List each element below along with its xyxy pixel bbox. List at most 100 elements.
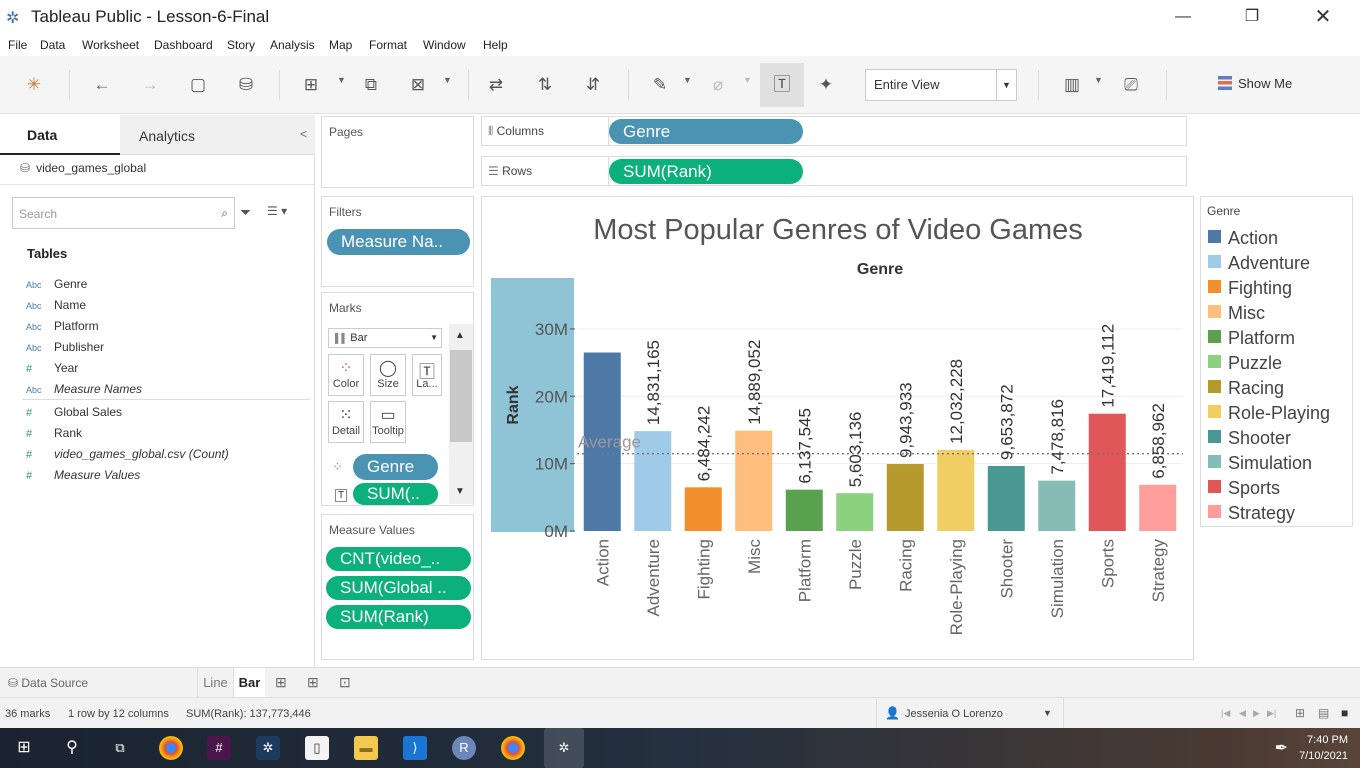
menu-worksheet[interactable]: Worksheet [82,38,139,52]
redo-icon[interactable]: → [137,73,163,97]
field-rank[interactable]: # Rank [26,426,82,440]
field-platform[interactable]: Abc Platform [26,319,99,333]
new-worksheet-icon[interactable]: ⊞ [298,73,324,97]
bar-sports[interactable] [1088,413,1126,531]
presentation-icon[interactable]: ⎚ [1118,73,1144,97]
scrollbar-thumb[interactable] [450,350,472,442]
close-icon[interactable]: ✕ [1300,4,1346,30]
columns-shelf[interactable]: ⦀ Columns Genre [481,116,1187,146]
save-icon[interactable]: ▢ [185,73,211,97]
menu-data[interactable]: Data [40,38,65,52]
new-story-icon[interactable]: ⊡ [339,674,351,691]
legend-item[interactable]: Racing [1208,378,1284,398]
bar-shooter[interactable] [987,465,1025,531]
new-datasource-icon[interactable]: ⛁ [233,73,259,97]
bar-chart[interactable]: Most Popular Genres of Video Games Genre… [482,197,1193,659]
mark-type-select[interactable]: ▌▌ Bar ▼ [328,328,442,348]
show-me-button[interactable]: Show Me [1218,76,1292,91]
label-button[interactable]: 🅃 La... [412,354,442,396]
legend-item[interactable]: Adventure [1208,253,1310,273]
last-page-icon[interactable]: ▶| [1267,708,1276,719]
grid-view-icon[interactable]: ⊞ [1295,706,1305,720]
columns-pill-genre[interactable]: Genre [609,119,803,144]
legend-item[interactable]: Simulation [1208,453,1312,473]
filmstrip-view-icon[interactable]: ▤ [1318,706,1329,720]
tab-analytics[interactable]: Analytics < [120,115,315,155]
measure-pill[interactable]: SUM(Rank) [326,605,471,629]
collapse-pane-icon[interactable]: < [300,127,307,141]
field-measure-values[interactable]: # Measure Values [26,468,140,482]
field-year[interactable]: # Year [26,361,78,375]
field-publisher[interactable]: Abc Publisher [26,340,104,354]
clear-sheet-icon[interactable]: ⊠ [405,73,431,97]
menu-map[interactable]: Map [329,38,352,52]
menu-window[interactable]: Window [423,38,466,52]
rows-pill-sum-rank[interactable]: SUM(Rank) [609,159,803,184]
size-button[interactable]: ◯ Size [370,354,406,396]
rows-shelf[interactable]: ☰ Rows SUM(Rank) [481,156,1187,186]
search-icon[interactable]: ⚲ [60,736,84,760]
field-name[interactable]: Abc Name [26,298,86,312]
marks-scrollbar[interactable]: ▲ ▼ [449,324,473,504]
sort-ascending-icon[interactable]: ⇅ [532,73,558,97]
menu-format[interactable]: Format [369,38,407,52]
detail-button[interactable]: ⁙ Detail [328,401,364,443]
pages-card[interactable]: Pages [321,116,474,188]
legend-item[interactable]: Action [1208,228,1278,248]
chart-dropdown-icon[interactable]: ▼ [1094,75,1103,85]
vscode-icon[interactable]: ⟩ [403,736,427,760]
search-input[interactable]: Search ⌕ [12,197,235,229]
prev-page-icon[interactable]: ◀ [1239,708,1246,719]
legend-item[interactable]: Shooter [1208,428,1291,448]
chrome-profile-icon[interactable] [501,736,525,760]
sheet-tab-bar[interactable]: Bar [233,668,265,698]
fit-select[interactable]: Entire View ▼ [865,69,1017,101]
highlight-dropdown-icon[interactable]: ▼ [683,75,692,85]
file-explorer-icon[interactable]: ▬ [354,736,378,760]
tableau-home-icon[interactable]: ✳ [21,73,47,97]
clear-dropdown-icon[interactable]: ▼ [443,75,452,85]
tab-data[interactable]: Data [0,115,120,155]
data-source-tab[interactable]: ⛁ Data Source [8,676,88,690]
datasource-item[interactable]: ⛁ video_games_global [20,161,146,175]
legend-item[interactable]: Puzzle [1208,353,1282,373]
pen-icon[interactable]: ✒ [1275,738,1288,758]
group-icon[interactable]: ⌀ [705,73,731,97]
menu-help[interactable]: Help [483,38,508,52]
next-page-icon[interactable]: ▶ [1253,708,1260,719]
new-dashboard-icon[interactable]: ⊞ [307,674,319,691]
file-icon[interactable]: ▯ [305,736,329,760]
field-count[interactable]: # video_games_global.csv (Count) [26,447,229,461]
new-worksheet-icon[interactable]: ⊞ [275,674,287,691]
chart-icon[interactable]: ▥ [1059,73,1085,97]
legend-item[interactable]: Role-Playing [1208,403,1330,423]
legend-item[interactable]: Misc [1208,303,1265,323]
duplicate-icon[interactable]: ⧉ [358,73,384,97]
new-worksheet-dropdown-icon[interactable]: ▼ [337,75,346,85]
bar-fighting[interactable] [684,487,722,531]
group-dropdown-icon[interactable]: ▼ [743,75,752,85]
show-labels-icon[interactable]: 🅃 [760,63,804,107]
minimize-icon[interactable]: — [1160,4,1206,30]
undo-icon[interactable]: ← [89,73,115,97]
r-icon[interactable]: R [452,736,476,760]
tab-view-icon[interactable]: ■ [1341,706,1348,720]
menu-analysis[interactable]: Analysis [270,38,315,52]
filter-icon[interactable]: ⏷ [240,204,251,221]
menu-dashboard[interactable]: Dashboard [154,38,213,52]
measure-pill[interactable]: SUM(Global .. [326,576,471,600]
view-options-icon[interactable]: ☰ ▾ [267,204,287,218]
bar-racing[interactable] [886,464,924,531]
task-view-icon[interactable]: ⧉ [108,736,132,760]
color-button[interactable]: ⁘ Color [328,354,364,396]
tooltip-button[interactable]: ▭ Tooltip [370,401,406,443]
clock[interactable]: 7:40 PM 7/10/2021 [1299,732,1348,764]
marks-pill-genre[interactable]: Genre [353,454,438,480]
bar-strategy[interactable] [1139,484,1177,531]
scroll-down-icon[interactable]: ▼ [455,486,465,497]
chrome-icon[interactable] [159,736,183,760]
marks-pill-sum[interactable]: SUM(.. [353,483,438,505]
legend-item[interactable]: Strategy [1208,503,1295,523]
restore-icon[interactable]: ❐ [1229,4,1275,30]
menu-file[interactable]: File [8,38,27,52]
